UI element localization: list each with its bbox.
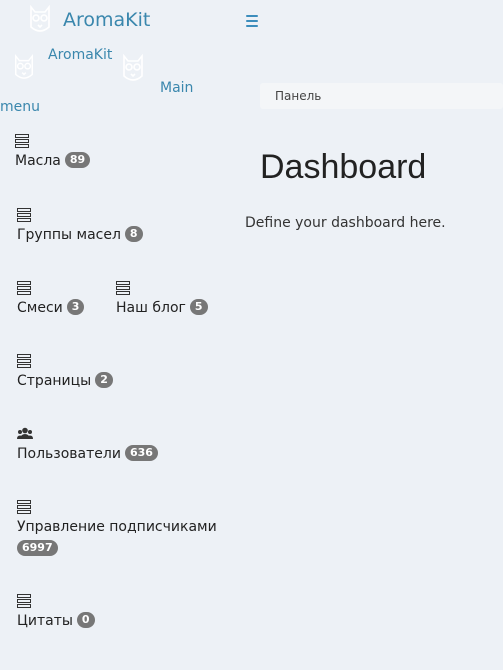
- count-badge: 2: [95, 372, 113, 388]
- owl-logo-icon: [123, 53, 143, 81]
- sidebar-item-label: Смеси: [17, 300, 63, 316]
- sidebar-item-label: Наш блог: [116, 300, 186, 316]
- sidebar-item-label: Цитаты: [17, 613, 73, 629]
- hamburger-bar: [246, 15, 258, 17]
- database-icon: [17, 500, 31, 514]
- count-badge: 3: [66, 299, 85, 315]
- sidebar-item-label: Страницы: [17, 373, 92, 389]
- database-icon: [15, 134, 29, 148]
- count-badge: 8: [124, 226, 143, 242]
- count-badge: 6997: [17, 540, 58, 556]
- sidebar-item-label: Пользователи: [17, 446, 121, 462]
- count-badge: 0: [76, 612, 95, 628]
- sidebar-item-subscribers[interactable]: Управление подписчиками 6997: [17, 500, 237, 560]
- database-icon: [17, 594, 31, 608]
- menu-toggle-button[interactable]: [246, 15, 258, 28]
- database-icon: [17, 281, 31, 295]
- owl-logo-icon: [15, 53, 33, 79]
- owl-logo-icon[interactable]: [28, 5, 52, 35]
- hamburger-bar: [246, 25, 258, 27]
- page-description: Define your dashboard here.: [245, 215, 446, 231]
- sidebar-item-label: Масла: [15, 153, 61, 169]
- count-badge: 636: [124, 445, 158, 461]
- count-badge: 5: [189, 299, 208, 315]
- breadcrumb-item[interactable]: Панель: [275, 89, 321, 103]
- sidebar-brand-name[interactable]: AromaKit: [48, 47, 112, 63]
- sidebar-item-label: Группы масел: [17, 227, 121, 243]
- count-badge: 89: [64, 152, 91, 168]
- database-icon: [116, 281, 130, 295]
- hamburger-bar: [246, 20, 258, 22]
- main-menu-link[interactable]: Main: [160, 80, 193, 96]
- database-icon: [17, 208, 31, 222]
- sidebar-item-label: Управление подписчиками: [17, 519, 217, 535]
- users-icon: [17, 427, 33, 439]
- breadcrumb: Панель: [260, 83, 503, 109]
- brand-name[interactable]: AromaKit: [63, 9, 150, 31]
- database-icon: [17, 354, 31, 368]
- page-title: Dashboard: [260, 148, 427, 186]
- main-menu-link-continued[interactable]: menu: [0, 99, 40, 115]
